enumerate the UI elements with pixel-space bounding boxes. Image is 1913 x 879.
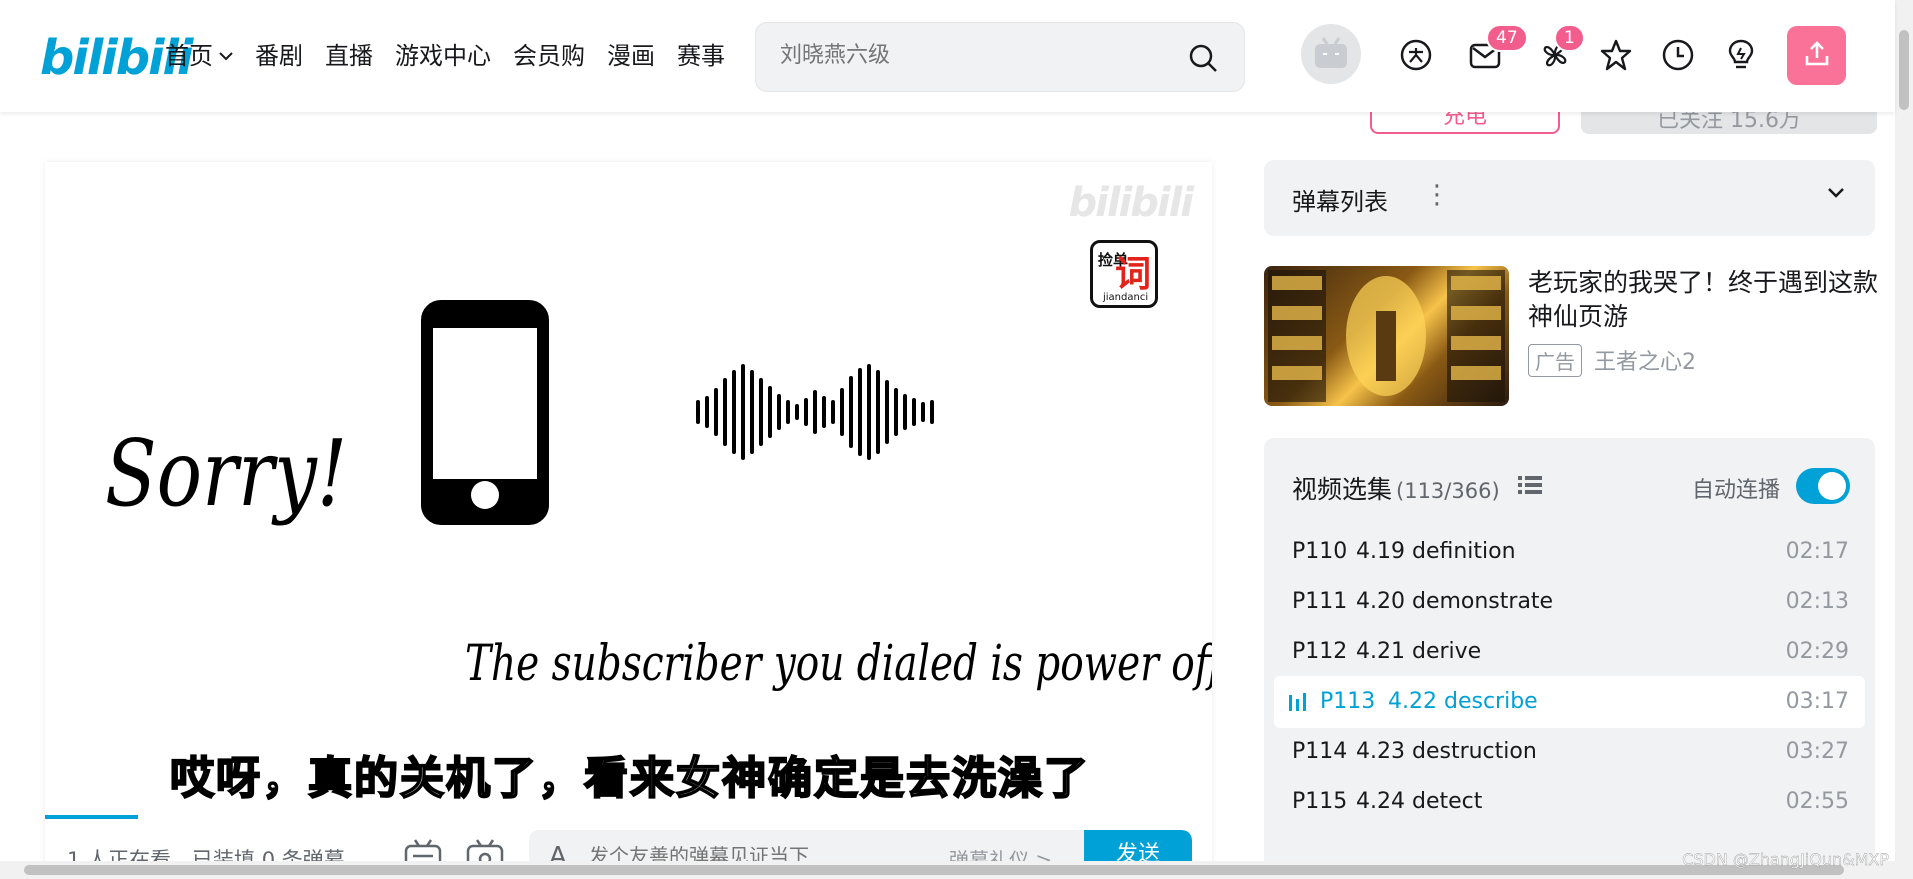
nav-item-home[interactable]: 首页	[165, 38, 233, 74]
episode-duration: 02:13	[1785, 589, 1849, 614]
sound-wave-icon	[696, 364, 934, 460]
autoplay-label: 自动连播	[1692, 478, 1781, 503]
episode-name: 4.19 definition	[1356, 539, 1516, 564]
episode-code: P113	[1320, 689, 1376, 714]
episode-item[interactable]: P115 4.24 detect 02:55	[1274, 776, 1865, 828]
episode-code: P110	[1292, 539, 1348, 564]
video-collection: 视频选集 (113/366) 自动连播 P110 4.19 definition …	[1264, 438, 1875, 879]
nav-item-manga[interactable]: 漫画	[607, 38, 655, 74]
player-watermark: bilibili	[1068, 180, 1194, 226]
episode-duration: 02:29	[1785, 639, 1849, 664]
main-nav: 首页 番剧 直播 游戏中心 会员购 漫画 赛事	[165, 38, 747, 74]
chinese-subtitle: 哎呀，真的关机了，看来女神确定是去洗澡了	[169, 752, 1090, 805]
ad-thumbnail[interactable]	[1264, 266, 1509, 406]
collection-title-label: 视频选集	[1292, 475, 1393, 504]
nav-item-member-shop[interactable]: 会员购	[513, 38, 585, 74]
progress-bar[interactable]	[45, 815, 1212, 819]
ad-card[interactable]: 老玩家的我哭了！终于遇到这款神仙页游 广告 王者之心2	[1264, 266, 1878, 406]
ad-title[interactable]: 老玩家的我哭了！终于遇到这款神仙页游	[1528, 266, 1878, 334]
subscriber-text: The subscriber you dialed is power off.	[465, 634, 1212, 692]
episode-item[interactable]: P111 4.20 demonstrate 02:13	[1274, 576, 1865, 628]
episode-name: 4.22 describe	[1388, 689, 1538, 714]
episode-code: P115	[1292, 789, 1348, 814]
jiandanci-logo: 捡单 词 jiandanci	[1090, 240, 1158, 308]
episode-code: P114	[1292, 739, 1348, 764]
jiandanci-logo-char: 词	[1115, 254, 1152, 295]
horizontal-scrollbar[interactable]	[0, 861, 1895, 879]
phone-icon	[421, 300, 549, 525]
collection-title: 视频选集 (113/366)	[1292, 470, 1500, 506]
upload-icon	[1803, 40, 1831, 72]
episode-item[interactable]: P112 4.21 derive 02:29	[1274, 626, 1865, 678]
history-icon[interactable]	[1659, 36, 1697, 74]
more-icon[interactable]: ⋮	[1424, 180, 1450, 210]
playing-icon	[1288, 692, 1308, 716]
episode-duration: 03:17	[1785, 689, 1849, 714]
nav-item-live[interactable]: 直播	[325, 38, 373, 74]
chevron-down-icon[interactable]	[1825, 182, 1847, 208]
upload-button[interactable]	[1787, 26, 1846, 85]
nav-item-esports[interactable]: 赛事	[677, 38, 725, 74]
ad-source[interactable]: 王者之心2	[1594, 344, 1696, 376]
csdn-watermark: CSDN @ZhangJiQun&MXP	[1682, 850, 1889, 869]
collection-count: (113/366)	[1396, 479, 1500, 503]
nav-item-anime[interactable]: 番剧	[255, 38, 303, 74]
episode-item-active[interactable]: P113 4.22 describe 03:17	[1274, 676, 1865, 728]
creator-icon[interactable]	[1722, 36, 1760, 74]
favorite-icon[interactable]	[1597, 36, 1635, 74]
episode-code: P111	[1292, 589, 1348, 614]
episode-name: 4.24 detect	[1356, 789, 1483, 814]
list-view-icon[interactable]	[1518, 474, 1542, 500]
danmaku-list-panel[interactable]: 弹幕列表 ⋮	[1264, 160, 1875, 236]
episode-item[interactable]: P110 4.19 definition 02:17	[1274, 526, 1865, 578]
episode-name: 4.23 destruction	[1356, 739, 1537, 764]
episode-code: P112	[1292, 639, 1348, 664]
message-badge: 47	[1486, 24, 1528, 52]
sorry-text: Sorry!	[105, 420, 348, 527]
episode-duration: 02:55	[1785, 789, 1849, 814]
big-member-icon[interactable]	[1397, 36, 1435, 74]
search-box	[755, 22, 1245, 92]
danmaku-list-title: 弹幕列表	[1292, 188, 1388, 216]
vertical-scrollbar[interactable]	[1895, 0, 1913, 879]
chevron-down-icon	[219, 38, 233, 74]
jiandanci-logo-sub: jiandanci	[1103, 292, 1149, 303]
episode-name: 4.21 derive	[1356, 639, 1482, 664]
ad-tag: 广告	[1528, 344, 1582, 377]
top-header: bilibili 首页 番剧 直播 游戏中心 会员购 漫画 赛事 47 1	[0, 0, 1895, 112]
progress-fill	[45, 815, 139, 819]
video-player[interactable]: bilibili 捡单 词 jiandanci Sorry! The subsc…	[45, 162, 1212, 879]
episode-name: 4.20 demonstrate	[1356, 589, 1554, 614]
dynamic-badge: 1	[1554, 24, 1585, 52]
autoplay-toggle[interactable]	[1796, 468, 1850, 504]
search-icon[interactable]	[1188, 43, 1218, 73]
episode-duration: 02:17	[1785, 539, 1849, 564]
episode-item[interactable]: P114 4.23 destruction 03:27	[1274, 726, 1865, 778]
episode-duration: 03:27	[1785, 739, 1849, 764]
search-input[interactable]	[780, 43, 1160, 68]
nav-item-game-center[interactable]: 游戏中心	[395, 38, 491, 74]
avatar[interactable]	[1301, 24, 1361, 84]
nav-item-label: 首页	[165, 42, 213, 70]
